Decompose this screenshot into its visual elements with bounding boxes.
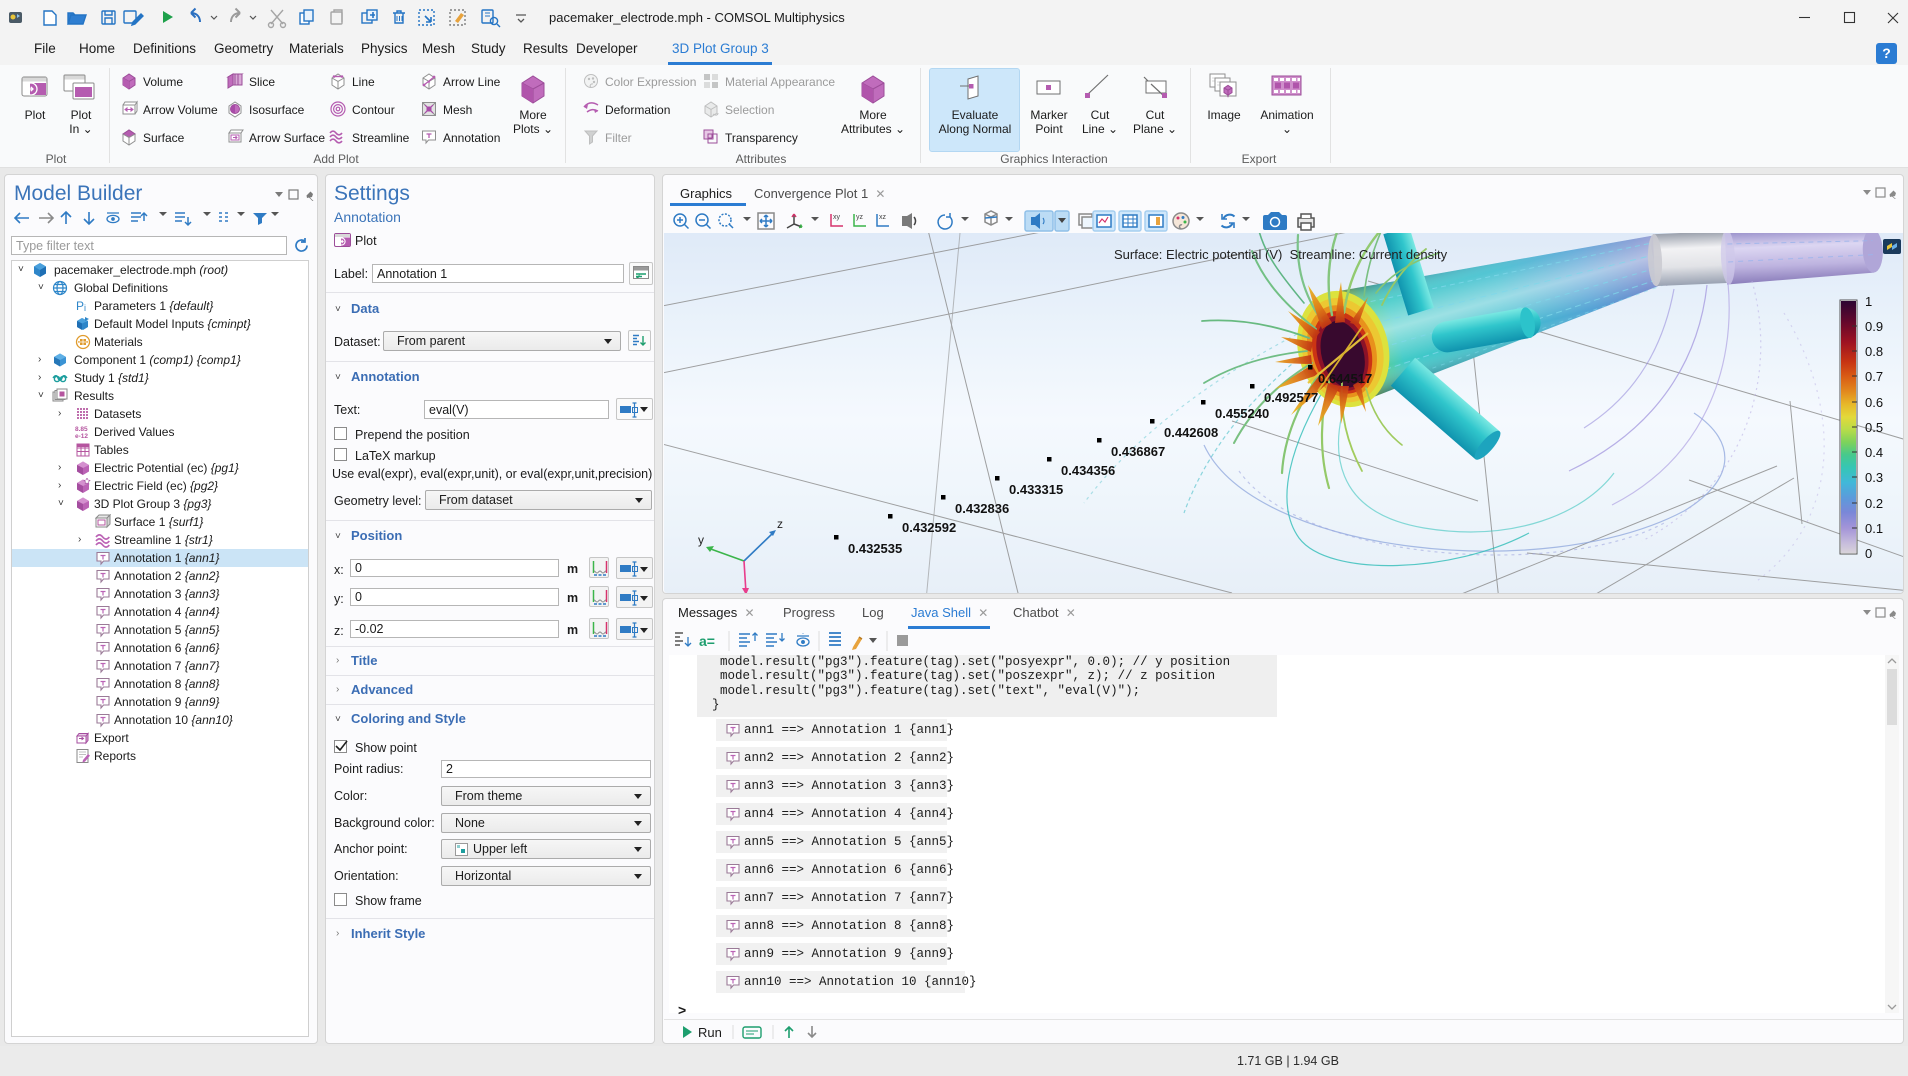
svg-text:yz: yz xyxy=(856,214,864,221)
svg-text:0.6: 0.6 xyxy=(1865,395,1883,410)
svg-text:y: y xyxy=(698,533,704,547)
svg-text:a=: a= xyxy=(699,633,715,649)
svg-text:0.455240: 0.455240 xyxy=(1215,406,1269,421)
svg-text:0.8: 0.8 xyxy=(1865,344,1883,359)
svg-text:xy: xy xyxy=(833,214,841,221)
svg-text:Run: Run xyxy=(698,1025,722,1040)
svg-text:0.9: 0.9 xyxy=(1865,319,1883,334)
svg-text:0.433315: 0.433315 xyxy=(1009,482,1063,497)
svg-text:0.7: 0.7 xyxy=(1865,369,1883,384)
svg-text:0.644517: 0.644517 xyxy=(1318,371,1372,386)
svg-text:0.4: 0.4 xyxy=(1865,445,1883,460)
svg-text:0.442608: 0.442608 xyxy=(1164,425,1218,440)
svg-text:0: 0 xyxy=(1865,546,1872,561)
svg-text:1: 1 xyxy=(1865,294,1872,309)
svg-text:xz: xz xyxy=(879,214,887,221)
svg-text:0.432535: 0.432535 xyxy=(848,541,902,556)
svg-text:Surface: Electric potential (V: Surface: Electric potential (V) Streamli… xyxy=(1114,247,1448,262)
svg-text:pacemaker_electrode.mph - COMS: pacemaker_electrode.mph - COMSOL Multiph… xyxy=(549,10,845,25)
svg-text:z: z xyxy=(777,517,783,531)
svg-text:0.492577: 0.492577 xyxy=(1264,390,1318,405)
svg-text:0.5: 0.5 xyxy=(1865,420,1883,435)
svg-text:0.432836: 0.432836 xyxy=(955,501,1009,516)
svg-text:0.432592: 0.432592 xyxy=(902,520,956,535)
svg-text:0.434356: 0.434356 xyxy=(1061,463,1115,478)
svg-text:0.1: 0.1 xyxy=(1865,521,1883,536)
svg-text:0.436867: 0.436867 xyxy=(1111,444,1165,459)
svg-text:0.2: 0.2 xyxy=(1865,496,1883,511)
svg-text:0.3: 0.3 xyxy=(1865,470,1883,485)
